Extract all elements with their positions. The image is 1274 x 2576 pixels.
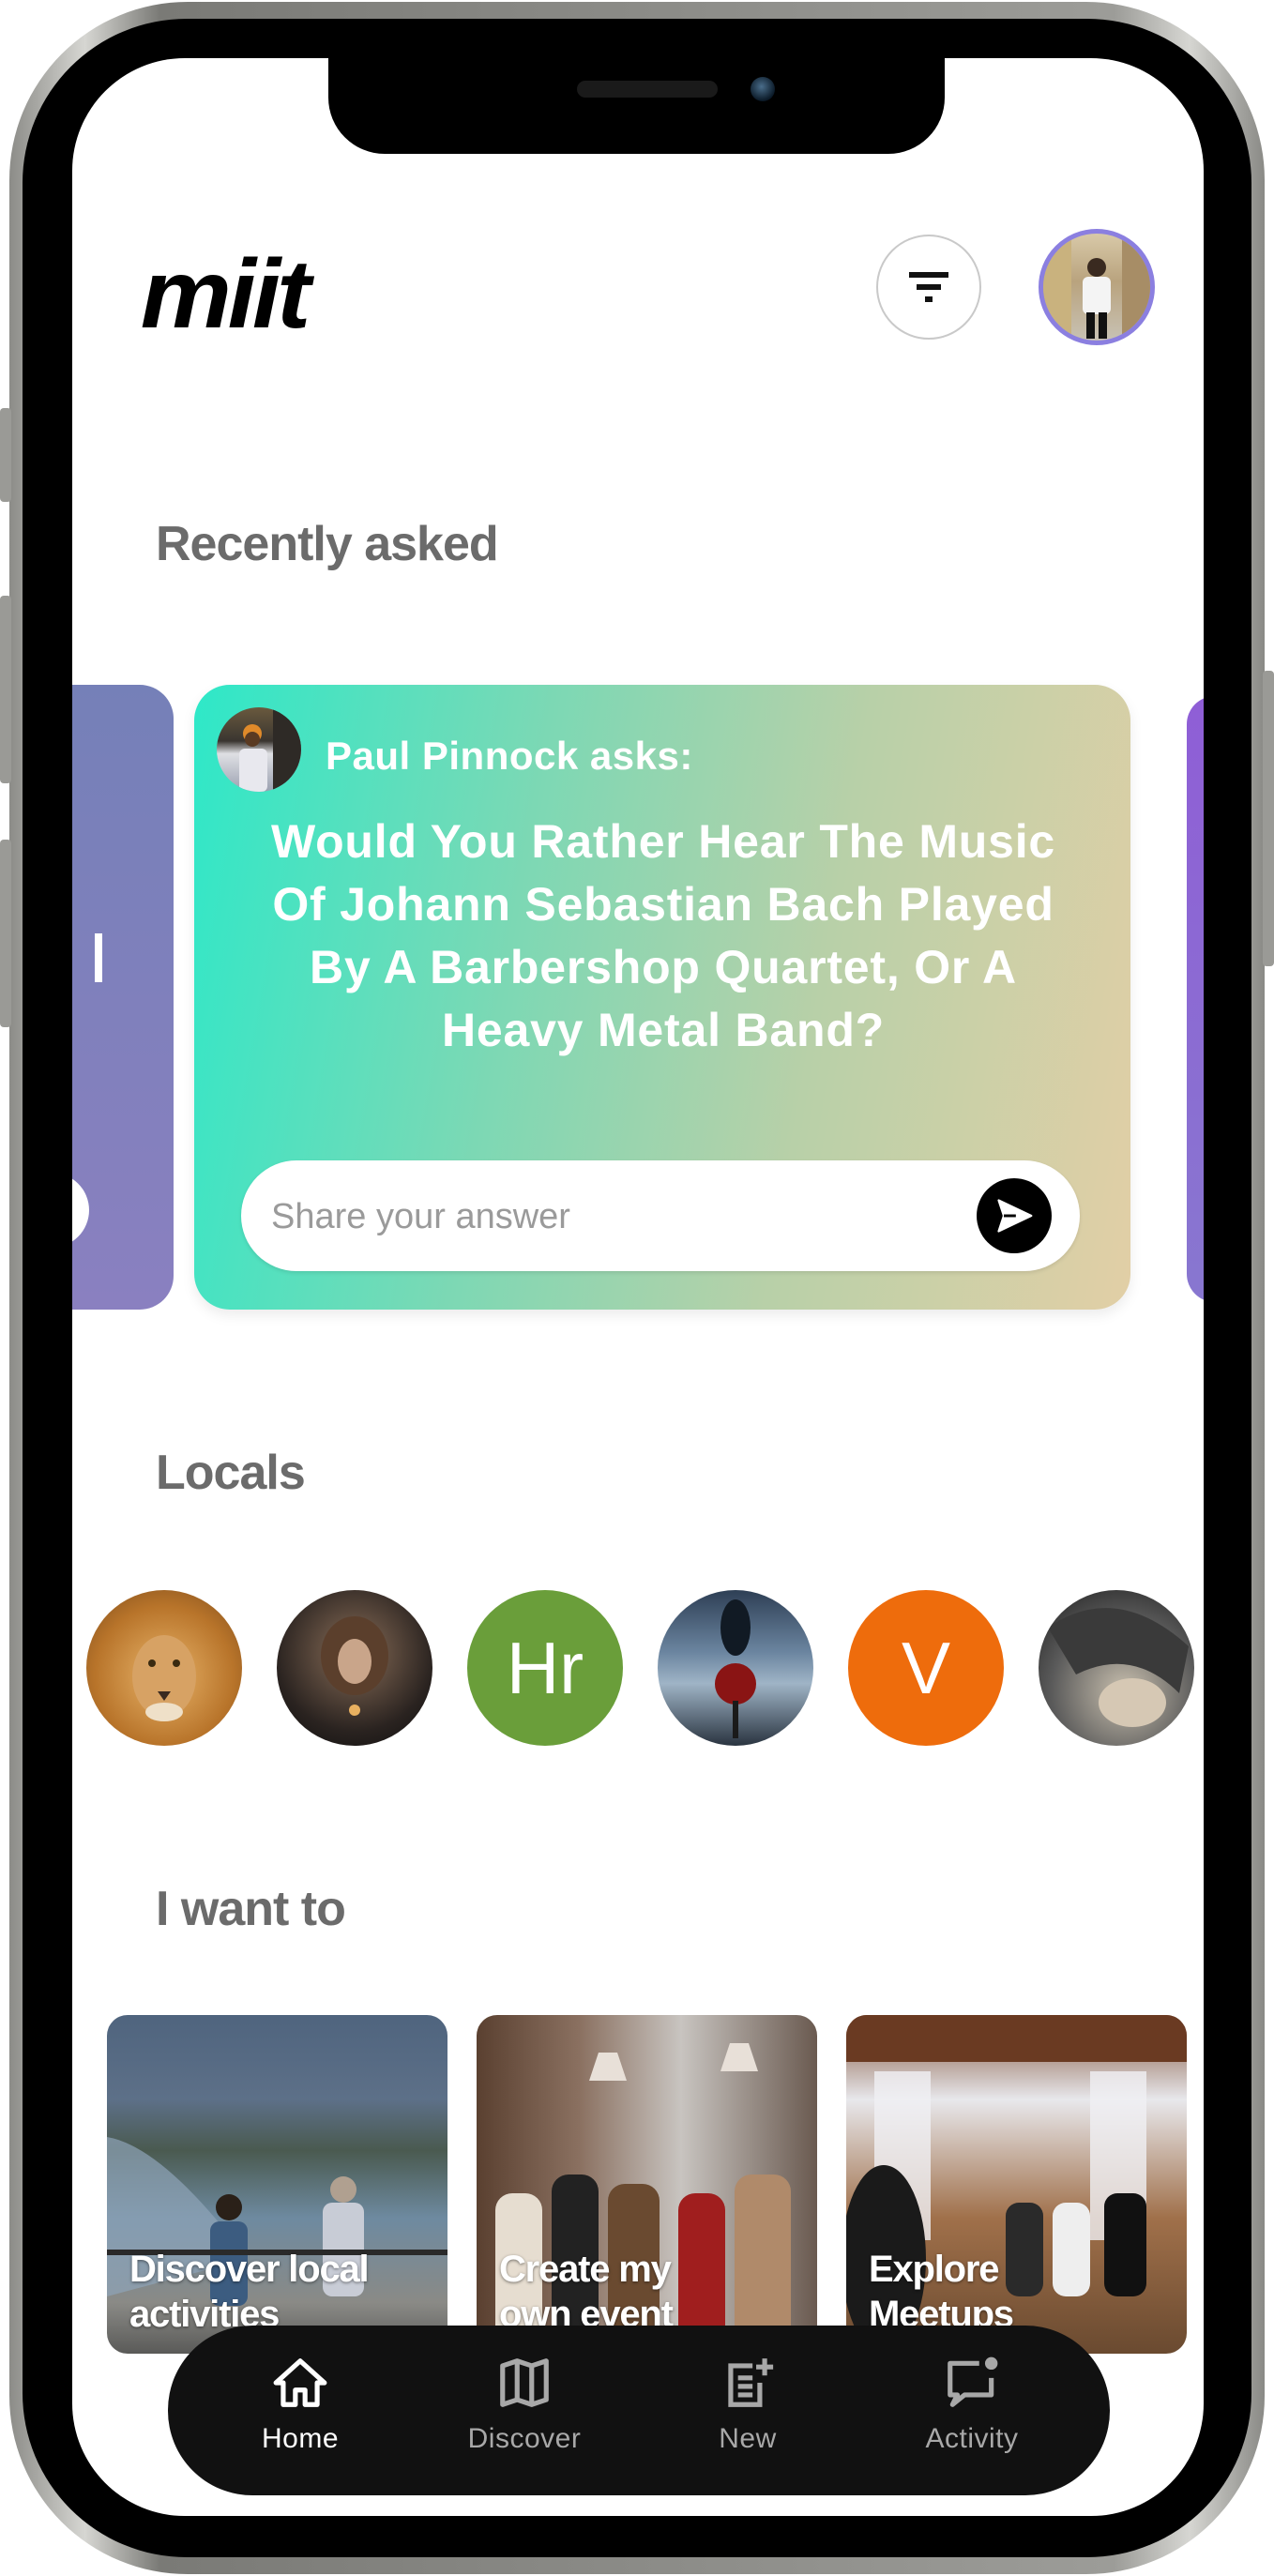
local-avatar-rose[interactable] — [658, 1590, 813, 1746]
lion-photo-icon — [132, 1635, 196, 1721]
tile-label-line: Create my — [499, 2249, 672, 2290]
answer-field[interactable] — [241, 1160, 1080, 1273]
tile-label: Discover local activities — [129, 2247, 370, 2337]
nav-item-discover[interactable]: Discover — [431, 2354, 618, 2476]
local-avatar-portrait[interactable] — [277, 1590, 432, 1746]
send-answer-button[interactable] — [977, 1178, 1052, 1253]
bottom-navigation-bar: Home Discover New Activity — [168, 2326, 1110, 2495]
nav-label: Home — [261, 2423, 340, 2454]
nav-label: Activity — [925, 2423, 1019, 2454]
local-avatar-lion[interactable] — [86, 1590, 242, 1746]
tile-label: Create my own event — [499, 2247, 674, 2337]
question-card[interactable]: Paul Pinnock asks: Would You Rather Hear… — [194, 685, 1130, 1310]
answer-input[interactable] — [269, 1160, 967, 1273]
locals-heading: Locals — [156, 1446, 306, 1500]
home-icon — [273, 2358, 327, 2407]
tile-label: Explore Meetups — [869, 2247, 1014, 2337]
map-icon — [500, 2358, 549, 2407]
app-screen: miit Recently asked Paul Pinnock asks: W… — [72, 58, 1204, 2516]
question-text: Would You Rather Hear The Music Of Johan… — [270, 815, 1056, 1056]
tile-create-my-own-event[interactable]: Create my own event — [477, 2015, 817, 2354]
nav-item-home[interactable]: Home — [206, 2354, 394, 2476]
app-logo: miit — [140, 240, 311, 349]
user-photo-icon — [1043, 234, 1150, 341]
nav-item-activity[interactable]: Activity — [878, 2354, 1066, 2476]
filter-button[interactable] — [876, 235, 981, 340]
rose-photo-icon — [715, 1599, 756, 1738]
portrait-photo-icon — [321, 1616, 388, 1716]
local-initials: Hr — [506, 1626, 584, 1709]
tile-label-line: Discover local — [129, 2249, 370, 2290]
new-post-icon — [728, 2358, 774, 2407]
asker-avatar[interactable] — [217, 707, 301, 792]
filter-lines-icon — [909, 272, 948, 302]
hair-photo-icon — [1048, 1608, 1189, 1727]
nav-label: Discover — [467, 2423, 582, 2454]
previous-card-send-fragment — [72, 1173, 89, 1248]
asker-photo-icon — [239, 707, 301, 792]
front-camera — [751, 77, 775, 101]
local-avatar-hair[interactable] — [1039, 1590, 1194, 1746]
local-avatar-initials-hr[interactable]: Hr — [467, 1590, 623, 1746]
asker-name: Paul Pinnock asks: — [326, 734, 693, 778]
recently-asked-heading: Recently asked — [156, 517, 499, 571]
i-want-to-heading: I want to — [156, 1882, 346, 1936]
activity-chat-icon — [948, 2356, 998, 2407]
nav-label: New — [719, 2423, 777, 2454]
volume-up-button — [0, 596, 11, 783]
local-avatar-initials-v[interactable]: V — [848, 1590, 1004, 1746]
previous-card-text-fragment — [95, 933, 102, 982]
nav-item-new[interactable]: New — [654, 2354, 842, 2476]
speaker-grille — [577, 81, 718, 98]
tile-discover-local-activities[interactable]: Discover local activities — [107, 2015, 447, 2354]
mute-switch — [0, 408, 11, 502]
notch — [328, 58, 945, 154]
tile-label-line: Explore — [869, 2249, 1000, 2290]
power-button — [1263, 671, 1274, 966]
previous-question-card[interactable] — [72, 685, 174, 1310]
profile-avatar[interactable] — [1039, 229, 1155, 345]
tile-explore-meetups[interactable]: Explore Meetups — [846, 2015, 1187, 2354]
next-question-card[interactable] — [1187, 696, 1204, 1302]
local-initials: V — [901, 1626, 951, 1709]
send-arrow-icon — [997, 1199, 1033, 1233]
volume-down-button — [0, 840, 11, 1027]
